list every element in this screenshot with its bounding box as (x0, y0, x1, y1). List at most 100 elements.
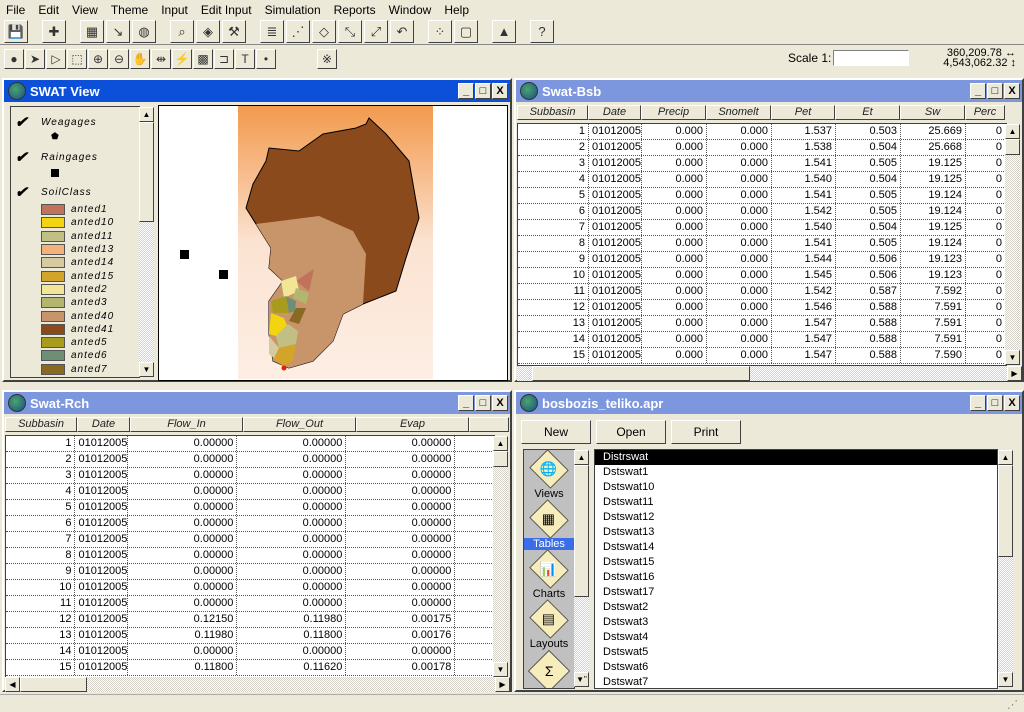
table-row[interactable]: 11 01012005 0.00000 0.00000 0.00000 (6, 596, 494, 612)
table-row[interactable]: 6 01012005 0.00000 0.00000 0.00000 (6, 516, 494, 532)
pointer-tool[interactable]: ➤ (25, 49, 45, 69)
open-button[interactable]: Open (596, 420, 666, 444)
column-header[interactable]: Subbasin (5, 417, 77, 432)
zoom-out-button[interactable]: ⤢ (364, 20, 388, 43)
menu-edit[interactable]: Edit (38, 3, 59, 17)
table-row[interactable]: 5 01012005 0.00000 0.00000 0.00000 (6, 500, 494, 516)
maximize-button[interactable]: □ (475, 83, 491, 99)
maximize-button[interactable]: □ (987, 83, 1003, 99)
zoom-to-themes-button[interactable]: ⋰ (286, 20, 310, 43)
scroll-down-button[interactable]: ▼ (493, 662, 508, 677)
document-item[interactable]: Dstswat7 (595, 675, 997, 688)
map-canvas[interactable] (158, 105, 508, 381)
label-tool[interactable]: ⊐ (214, 49, 234, 69)
document-item[interactable]: Dstswat14 (595, 540, 997, 555)
legend-scroll-down[interactable]: ▼ (139, 362, 154, 377)
locate-address-button[interactable]: ◈ (196, 20, 220, 43)
find-button[interactable]: ⌕ (170, 20, 194, 43)
menu-file[interactable]: File (6, 3, 25, 17)
zoom-previous-button[interactable]: ↶ (390, 20, 414, 43)
close-button[interactable]: X (492, 395, 508, 411)
menu-reports[interactable]: Reports (334, 3, 376, 17)
table-row[interactable]: 13 01012005 0.000 0.000 1.547 0.588 7.591 0 (518, 316, 1006, 332)
column-header[interactable]: Perc (965, 105, 1005, 120)
theme-weagages[interactable]: ✔ Weagages (11, 113, 139, 131)
edit-legend-button[interactable]: ↘ (106, 20, 130, 43)
zoom-to-selected-button[interactable]: ◇ (312, 20, 336, 43)
menu-view[interactable]: View (72, 3, 98, 17)
visibility-checkbox[interactable]: ✔ (15, 148, 33, 166)
add-theme-button[interactable]: ✚ (42, 20, 66, 43)
window-title-bar[interactable]: SWAT View _ □ X (4, 80, 510, 102)
text-tool[interactable]: T (235, 49, 255, 69)
minimize-button[interactable]: _ (970, 83, 986, 99)
table-row[interactable]: 14 01012005 0.000 0.000 1.547 0.588 7.591 0 (518, 332, 1006, 348)
list-scroll-down[interactable]: ▼ (998, 672, 1013, 687)
table-row[interactable]: 1 01012005 0.000 0.000 1.537 0.503 25.669 0 (518, 124, 1006, 140)
vertex-edit-tool[interactable]: ▷ (46, 49, 66, 69)
document-item[interactable]: Dstswat10 (595, 480, 997, 495)
table-row[interactable]: 15 01012005 0.11800 0.11620 0.00178 (6, 660, 494, 676)
column-header[interactable]: Precip (641, 105, 706, 120)
legend-scroll-up[interactable]: ▲ (139, 107, 154, 122)
table-row[interactable]: 6 01012005 0.000 0.000 1.542 0.505 19.124 0 (518, 204, 1006, 220)
draw-point-tool[interactable]: • (256, 49, 276, 69)
vertical-scrollbar[interactable] (493, 451, 508, 662)
table-row[interactable]: 12 01012005 0.000 0.000 1.546 0.588 7.591 0 (518, 300, 1006, 316)
help-button[interactable]: ? (530, 20, 554, 43)
legend-scrollbar[interactable] (139, 122, 154, 362)
zoom-full-extent-button[interactable]: ≣ (260, 20, 284, 43)
column-header[interactable]: Sw (900, 105, 965, 120)
table-row[interactable]: 12 01012005 0.12150 0.11980 0.00175 (6, 612, 494, 628)
column-header[interactable]: Date (588, 105, 641, 120)
window-title-bar[interactable]: Swat-Rch _ □ X (4, 392, 510, 414)
column-header[interactable]: Pet (771, 105, 835, 120)
column-header[interactable] (469, 417, 509, 432)
zoom-in-button[interactable]: ⤡ (338, 20, 362, 43)
menu-edit-input[interactable]: Edit Input (201, 3, 252, 17)
snap-tool[interactable]: ※ (317, 49, 337, 69)
table-row[interactable]: 15 01012005 0.000 0.000 1.547 0.588 7.590 0 (518, 348, 1006, 364)
table-row[interactable]: 13 01012005 0.11980 0.11800 0.00176 (6, 628, 494, 644)
table-row[interactable]: 9 01012005 0.00000 0.00000 0.00000 (6, 564, 494, 580)
document-item[interactable]: Dstswat12 (595, 510, 997, 525)
column-header[interactable]: Flow_In (130, 417, 243, 432)
table-row[interactable]: 4 01012005 0.00000 0.00000 0.00000 (6, 484, 494, 500)
minimize-button[interactable]: _ (458, 395, 474, 411)
table-row[interactable]: 3 01012005 0.00000 0.00000 0.00000 (6, 468, 494, 484)
document-item[interactable]: Dstswat5 (595, 645, 997, 660)
document-item[interactable]: Dstswat4 (595, 630, 997, 645)
document-item[interactable]: Dstswat6 (595, 660, 997, 675)
scale-input[interactable] (833, 50, 910, 66)
document-item[interactable]: Dstswat15 (595, 555, 997, 570)
table-row[interactable]: 2 01012005 0.000 0.000 1.538 0.504 25.668 0 (518, 140, 1006, 156)
table-row[interactable]: 14 01012005 0.00000 0.00000 0.00000 (6, 644, 494, 660)
window-title-bar[interactable]: bosbozis_teliko.apr _ □ X (516, 392, 1022, 414)
measure-tool[interactable]: ⇹ (151, 49, 171, 69)
document-item[interactable]: Dstswat2 (595, 600, 997, 615)
table-row[interactable]: 8 01012005 0.000 0.000 1.541 0.505 19.124 0 (518, 236, 1006, 252)
minimize-button[interactable]: _ (970, 395, 986, 411)
doc-type-tables[interactable]: ▦ Tables (524, 499, 574, 550)
visibility-checkbox[interactable]: ✔ (15, 183, 33, 201)
theme-soilclass[interactable]: ✔ SoilClass (11, 183, 139, 201)
horizontal-scrollbar[interactable] (5, 677, 510, 692)
chart-button[interactable]: ▲ (492, 20, 516, 43)
doc-types-scroll-up[interactable]: ▲ (574, 450, 589, 465)
doc-types-scrollbar[interactable] (574, 465, 589, 672)
column-header[interactable]: Subbasin (517, 105, 588, 120)
close-button[interactable]: X (1004, 83, 1020, 99)
table-row[interactable]: 9 01012005 0.000 0.000 1.544 0.506 19.123 0 (518, 252, 1006, 268)
theme-raingages[interactable]: ✔ Raingages (11, 148, 139, 166)
doc-type-charts[interactable]: 📊 Charts (524, 549, 574, 600)
theme-properties-button[interactable]: ▦ (80, 20, 104, 43)
menu-theme[interactable]: Theme (111, 3, 148, 17)
identify-tool[interactable]: ● (4, 49, 24, 69)
menu-simulation[interactable]: Simulation (265, 3, 321, 17)
area-of-interest-tool[interactable]: ▩ (193, 49, 213, 69)
vertical-scrollbar[interactable] (1005, 139, 1020, 350)
doc-type-scripts[interactable]: Σ (524, 649, 574, 688)
list-scrollbar[interactable] (998, 465, 1013, 672)
menu-window[interactable]: Window (389, 3, 432, 17)
doc-type-views[interactable]: 🌐 Views (524, 450, 574, 500)
